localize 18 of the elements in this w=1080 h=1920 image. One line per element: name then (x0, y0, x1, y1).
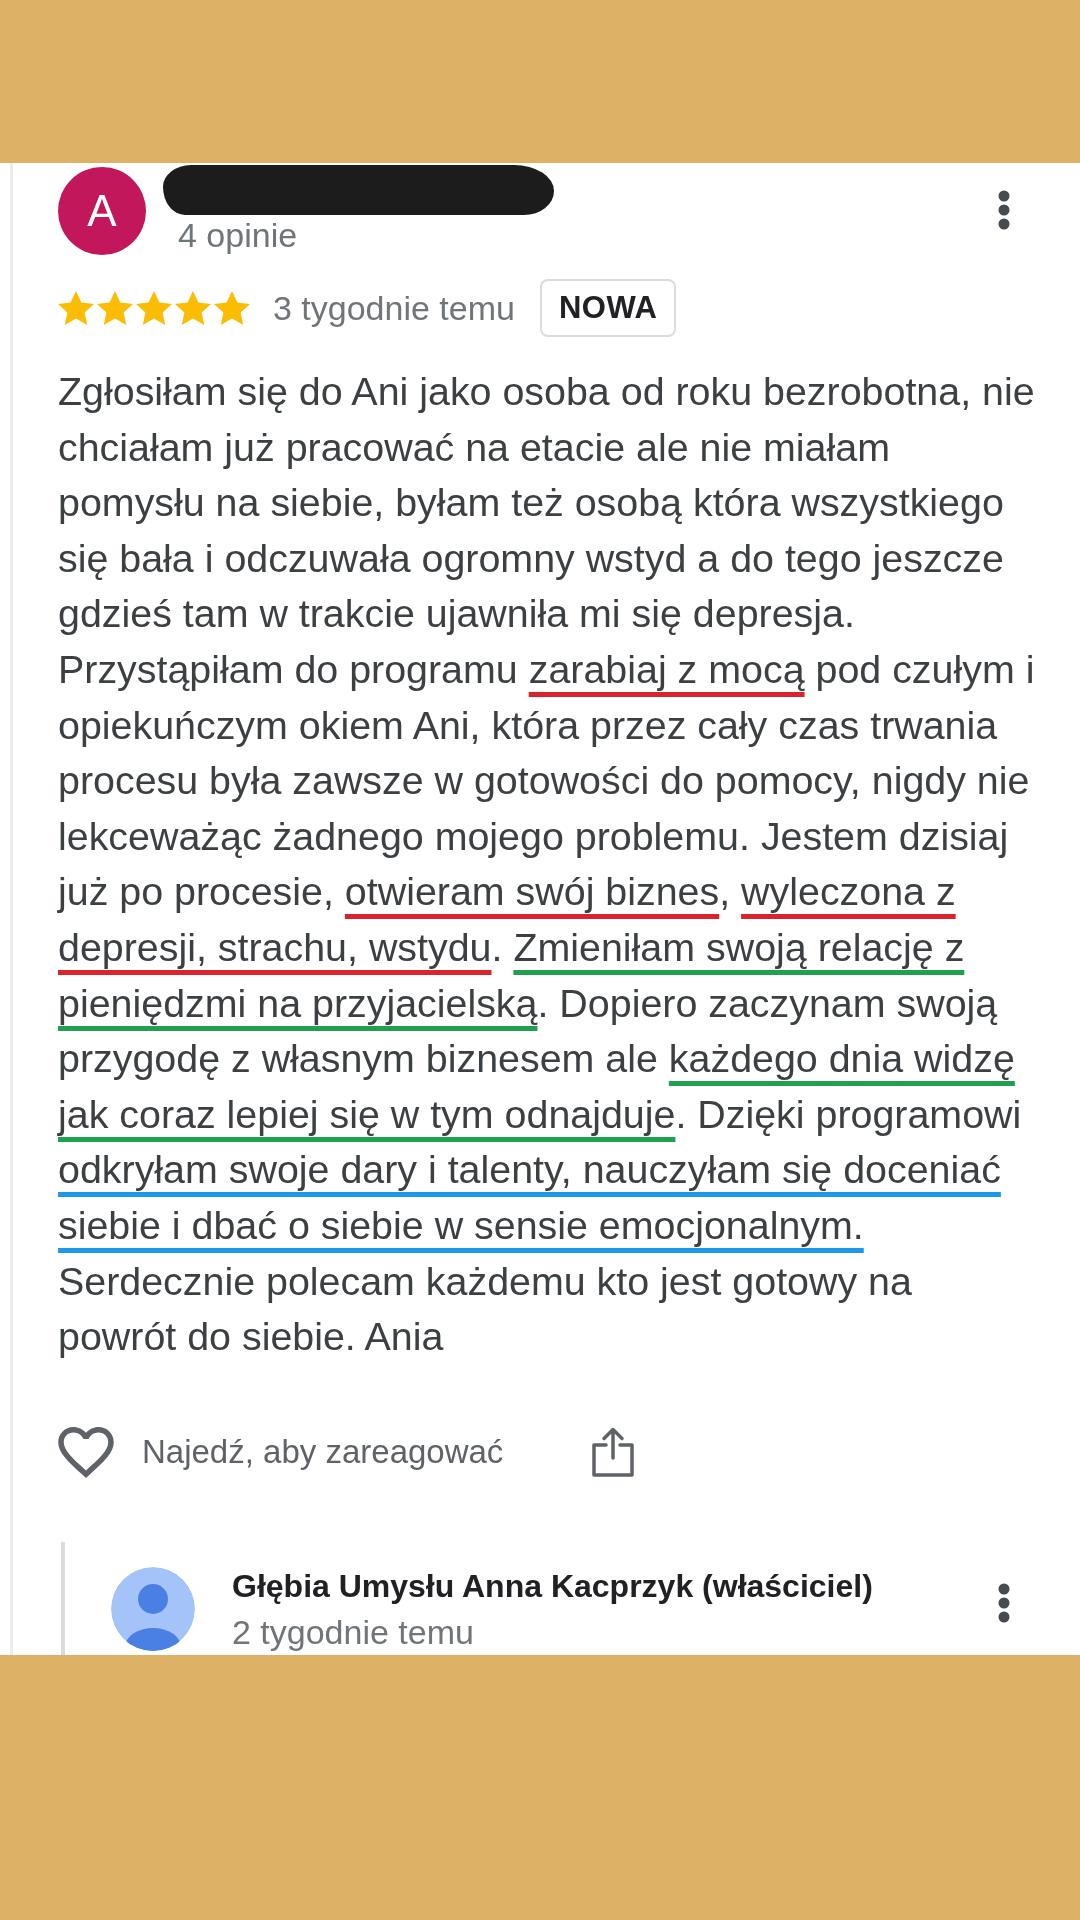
heart-icon[interactable] (58, 1426, 114, 1478)
review-time: 3 tygodnie temu (273, 288, 515, 328)
more-options-icon[interactable] (998, 190, 1010, 230)
reply-time: 2 tygodnie temu (232, 1611, 475, 1652)
person-avatar-icon (111, 1566, 195, 1651)
user-avatar: A (58, 167, 146, 255)
star-icon (214, 290, 250, 326)
more-options-icon[interactable] (998, 1582, 1010, 1623)
review-text: Zgłosiłam się do Ani jako osoba od roku bezrobotna, nie chciałam już pracować na etacie ale nie miałam pomysłu na siebie, byłam też osobą która wszystkiego się bała i odczuwała ogromny wstyd a do tego jeszcze gdzieś tam w trakcie ujawniła mi się depresja. Przystąpiłam do programu zarabiaj z mocą pod czułym i opiekuńczym okiem Ani, która przez cały czas trwania procesu była zawsze w gotowości do pomocy, nigdy nie lekceważąc żadnego mojego problemu. Jestem dzisiaj już po procesie, otwieram swój biznes, wyleczona z depresji, strachu, wstydu. Zmieniłam swoją relację z pieniędzmi na przyjacielską. Dopiero zaczynam swoją przygodę z własnym biznesem ale każdego dnia widzę jak coraz lepiej się w tym odnajduje. Dzięki programowi odkryłam swoje dary i talenty, nauczyłam się doceniać siebie i dbać o siebie w sensie emocjonalnym. Serdecznie polecam każdemu kto jest gotowy na powrót do siebie. Ania (58, 368, 1036, 1361)
star-icon (58, 290, 94, 326)
star-icon (175, 290, 211, 326)
share-icon[interactable] (592, 1427, 635, 1478)
owner-name: Głębia Umysłu Anna Kacprzyk (właściciel) (232, 1566, 874, 1605)
star-icon (97, 290, 133, 326)
review-count: 4 opinie (178, 215, 299, 255)
star-icon (136, 290, 172, 326)
new-label: NOWA (539, 279, 677, 337)
reaction-hint: Najedź, aby zareagować (142, 1432, 504, 1473)
